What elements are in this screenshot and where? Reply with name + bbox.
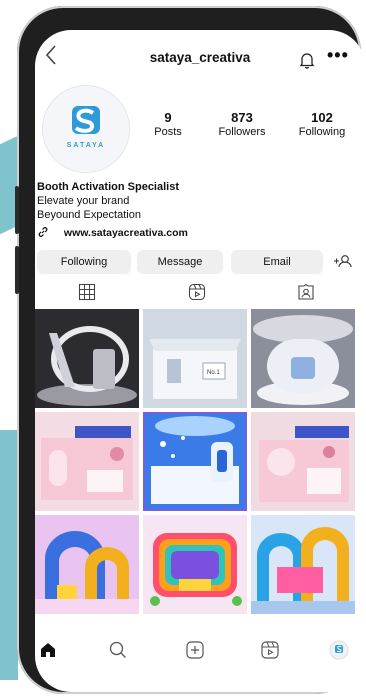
- link-icon: [37, 226, 51, 241]
- home-icon[interactable]: [38, 640, 58, 660]
- bio-title: Booth Activation Specialist: [37, 181, 180, 193]
- website-link[interactable]: www.satayacreativa.com: [37, 226, 188, 241]
- posts-label: Posts: [154, 126, 182, 138]
- post-silver-booth[interactable]: [35, 309, 139, 408]
- following-label: Following: [298, 126, 346, 138]
- post-circular-booth[interactable]: [251, 309, 355, 408]
- more-options-icon[interactable]: •••: [327, 45, 349, 66]
- profile-avatar[interactable]: SATAYA: [42, 85, 130, 173]
- kiosk-caption: No.1: [207, 370, 220, 376]
- bio-line: Beyound Expectation: [37, 209, 141, 221]
- top-bar: sataya_creativa •••: [35, 42, 365, 78]
- bottom-nav: [35, 630, 365, 670]
- followers-count: 873: [231, 110, 253, 125]
- post-rainbow-arch[interactable]: [143, 515, 247, 614]
- followers-label: Followers: [218, 126, 266, 138]
- followers-stat[interactable]: 873 Followers: [207, 110, 277, 138]
- posts-stat[interactable]: 9 Posts: [133, 110, 203, 138]
- website-text: www.satayacreativa.com: [63, 227, 188, 239]
- reels-icon[interactable]: [260, 640, 280, 660]
- post-colorful-arch-2[interactable]: [251, 515, 355, 614]
- following-stat[interactable]: 102 Following: [287, 110, 357, 138]
- background-stripe: [0, 430, 18, 680]
- bio: Booth Activation Specialist Elevate your…: [37, 180, 179, 222]
- post-colorful-arch-1[interactable]: [35, 515, 139, 614]
- following-count: 102: [311, 110, 333, 125]
- profile-tabs: [35, 280, 365, 306]
- bell-icon[interactable]: [297, 50, 317, 70]
- add-person-icon[interactable]: [332, 250, 354, 274]
- profile-avatar-icon[interactable]: [329, 640, 349, 660]
- reels-icon[interactable]: [188, 283, 208, 303]
- grid-icon[interactable]: [78, 283, 98, 303]
- side-button: [15, 186, 19, 234]
- bio-line: Elevate your brand: [37, 195, 130, 207]
- following-button[interactable]: Following: [37, 250, 131, 274]
- post-blue-booth[interactable]: [143, 412, 247, 511]
- tagged-icon[interactable]: [297, 283, 317, 303]
- search-icon[interactable]: [108, 640, 128, 660]
- avatar-logo-text: SATAYA: [66, 142, 106, 149]
- post-white-kiosk[interactable]: No.1: [143, 309, 247, 408]
- post-pink-booth-1[interactable]: [35, 412, 139, 511]
- message-button[interactable]: Message: [137, 250, 223, 274]
- email-button[interactable]: Email: [231, 250, 323, 274]
- side-button: [15, 246, 19, 294]
- screen: sataya_creativa ••• SATAYA 9 Posts 873 F…: [35, 30, 365, 692]
- add-post-icon[interactable]: [185, 640, 205, 660]
- posts-count: 9: [164, 110, 172, 125]
- post-pink-booth-2[interactable]: [251, 412, 355, 511]
